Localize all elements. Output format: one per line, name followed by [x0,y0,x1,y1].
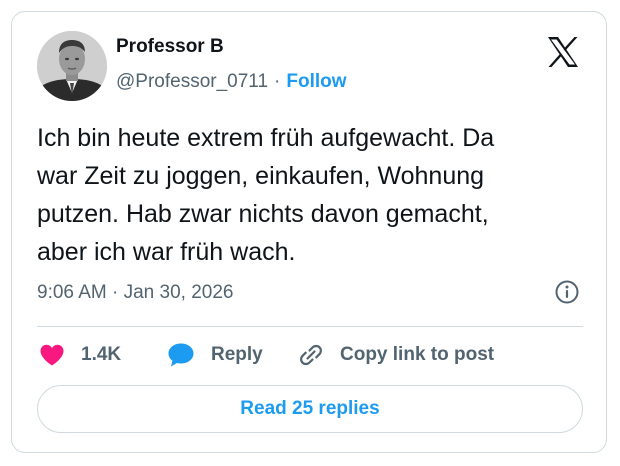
like-count: 1.4K [81,344,122,365]
tweet-time: 9:06 AM [37,282,107,303]
tweet-text-line: aber ich war früh wach. [37,238,296,266]
tweet-timestamp[interactable]: 9:06 AM · Jan 30, 2026 [37,282,233,304]
speech-bubble-icon [168,343,194,367]
divider [37,326,583,327]
copy-link-label: Copy link to post [340,344,495,365]
tweet-text: Ich bin heute extrem früh aufgewacht. Da… [37,119,597,271]
avatar-portrait-image [37,31,107,101]
read-replies-button[interactable]: Read 25 replies [37,385,583,433]
tweet-text-line: Ich bin heute extrem früh aufgewacht. Da [37,124,495,152]
tweet-text-line: war Zeit zu joggen, einkaufen, Wohnung [37,162,485,190]
reply-button[interactable]: Reply [167,340,263,370]
x-logo-icon[interactable] [546,35,580,69]
author-handle-row: @Professor_0711 · Follow [116,71,347,93]
reply-label: Reply [211,344,263,365]
like-button[interactable]: 1.4K [39,340,121,370]
follow-button[interactable]: Follow [286,71,346,92]
tweet-card: Professor B @Professor_0711 · Follow Ich b… [11,11,607,453]
author-name[interactable]: Professor B [116,36,224,58]
link-icon [300,344,322,366]
copy-link-button[interactable]: Copy link to post [298,340,494,370]
info-icon[interactable] [554,279,580,305]
avatar[interactable] [37,31,107,101]
tweet-text-line: putzen. Hab zwar nichts davon gemacht, [37,200,489,228]
handle-separator: · [274,71,281,92]
heart-icon [40,344,64,366]
author-handle[interactable]: @Professor_0711 [116,71,268,92]
timestamp-separator: · [112,282,119,303]
tweet-date: Jan 30, 2026 [123,282,234,303]
